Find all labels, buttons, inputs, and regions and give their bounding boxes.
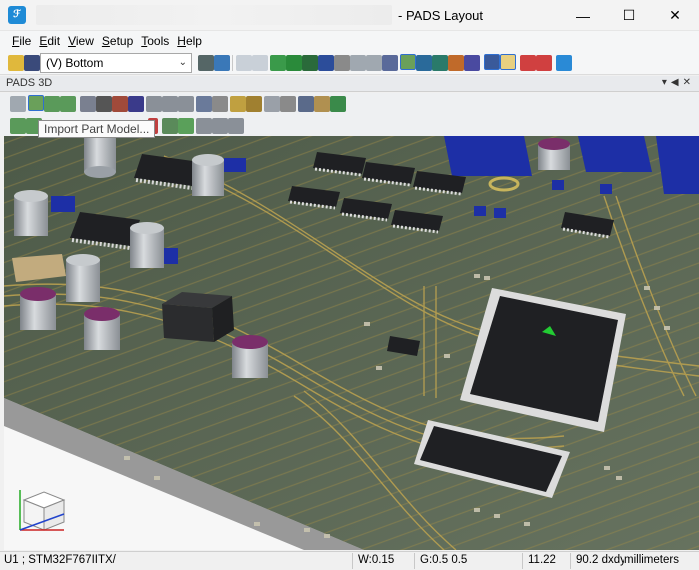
select-mode-icon[interactable] [484,54,500,70]
rotate-icon[interactable] [10,96,26,112]
iso-view-2-icon[interactable] [162,96,178,112]
via-icon[interactable] [334,55,350,71]
toolbar-separator [232,55,233,71]
print-icon[interactable] [80,96,96,112]
pan-icon[interactable] [212,96,228,112]
warning-icon[interactable] [280,96,296,112]
window-mode-icon[interactable] [500,54,516,70]
pane-controls[interactable]: ▾◀✕ [662,77,695,88]
menu-edit[interactable]: Edit [35,34,64,48]
3d-viewport[interactable] [4,136,699,550]
copy-icon[interactable] [236,55,252,71]
menu-help[interactable]: Help [173,34,206,48]
part-icon[interactable] [112,96,128,112]
status-width: W:0.15 [358,554,395,566]
align-icon[interactable] [178,118,194,134]
refresh-icon[interactable] [214,55,230,71]
window-title: - PADS Layout [398,8,484,23]
zoom-fit-icon[interactable] [196,96,212,112]
view-top-icon[interactable] [44,96,60,112]
drc-icon[interactable] [432,55,448,71]
redo-icon[interactable] [366,55,382,71]
flip-icon[interactable] [196,118,212,134]
3d-toolbar-1 [0,93,699,115]
mirror-icon[interactable] [212,118,228,134]
dock-icon[interactable] [556,55,572,71]
view-cube-icon[interactable] [18,484,70,536]
close-button[interactable]: ✕ [652,0,698,31]
snap-icon[interactable] [162,118,178,134]
status-bar: U1 ; STM32F767IITX/L( W:0.15 G:0.5 0.5 1… [0,551,699,570]
layer-settings-icon[interactable] [198,55,214,71]
pcb-3d-render [4,136,699,550]
maximize-button[interactable]: ☐ [606,0,652,31]
status-divider [352,553,353,569]
camera-icon[interactable] [96,96,112,112]
minimize-button[interactable]: — [560,0,606,31]
paste-icon[interactable] [252,55,268,71]
pads-app-icon[interactable]: ℱ [8,6,26,24]
view-bottom-icon[interactable] [60,96,76,112]
status-units: millimeters [624,554,679,566]
layers-icon[interactable] [416,55,432,71]
main-toolbar: (V) Bottom ⌄ [0,51,699,75]
status-delta: 90.2 dxdy [576,554,624,566]
trace-icon[interactable] [318,55,334,71]
import-model-icon[interactable] [10,118,26,134]
power-inductor [162,292,234,342]
layer-select-value: (V) Bottom [46,56,104,70]
rotate-part-icon[interactable] [228,118,244,134]
collision-icon[interactable] [264,96,280,112]
measure-icon[interactable] [230,96,246,112]
menu-bar: File Edit View Setup Tools Help [0,31,699,51]
menu-tools[interactable]: Tools [137,34,173,48]
iso-view-3-icon[interactable] [178,96,194,112]
route-icon[interactable] [270,55,286,71]
status-selection: U1 ; STM32F767IITX/L( [4,554,116,566]
status-divider [522,553,523,569]
brush-icon[interactable] [448,55,464,71]
board-icon[interactable] [302,55,318,71]
title-bar: ℱ - PADS Layout — ☐ ✕ [0,0,699,31]
clipboard-icon[interactable] [314,96,330,112]
gear-icon[interactable] [464,55,480,71]
menu-setup[interactable]: Setup [98,34,137,48]
zoom-out-icon[interactable] [536,55,552,71]
3d-view-icon[interactable] [400,54,416,70]
status-coordinate: 11.22 [528,554,556,566]
pane-title: PADS 3D [6,77,53,89]
menu-file[interactable]: File [8,34,35,48]
view-board-icon[interactable] [28,95,44,111]
search-icon[interactable] [382,55,398,71]
chevron-down-icon: ⌄ [178,57,187,68]
layer-select[interactable]: (V) Bottom ⌄ [40,53,192,73]
title-path-redacted [36,5,392,25]
status-grid: G:0.5 0.5 [420,554,468,566]
undo-icon[interactable] [350,55,366,71]
menu-view[interactable]: View [64,34,98,48]
settings-3d-icon[interactable] [330,96,346,112]
component-icon[interactable] [286,55,302,71]
clearance-icon[interactable] [246,96,262,112]
library-icon[interactable] [128,96,144,112]
status-divider [570,553,571,569]
zoom-in-icon[interactable] [520,55,536,71]
status-divider [414,553,415,569]
import-part-model-tooltip: Import Part Model... [38,120,156,138]
save-icon[interactable] [24,55,40,71]
open-folder-icon[interactable] [8,55,24,71]
pads-3d-pane-header: PADS 3D ▾◀✕ [0,76,699,92]
iso-view-1-icon[interactable] [146,96,162,112]
export-icon[interactable] [298,96,314,112]
